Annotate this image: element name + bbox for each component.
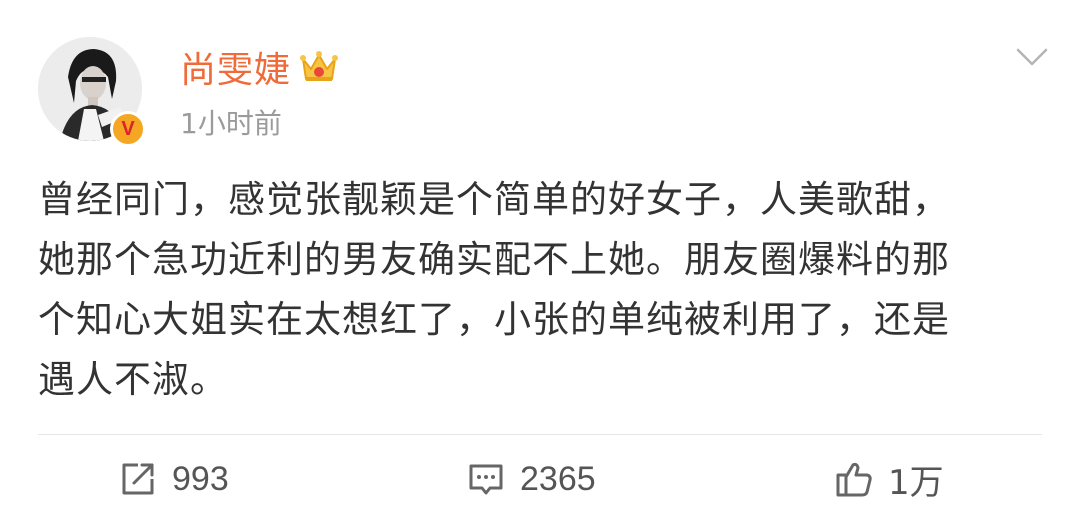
weibo-post-card: V 尚雯婕 1小时前 曾经同门，感觉张靓颖是个简单的好女子，人美歌甜， 她那个急… bbox=[0, 0, 1080, 522]
post-text: 曾经同门，感觉张靓颖是个简单的好女子，人美歌甜， 她那个急功近利的男友确实配不上… bbox=[38, 178, 950, 401]
crown-icon bbox=[300, 51, 339, 81]
verified-badge: V bbox=[110, 111, 146, 147]
repost-count: 993 bbox=[172, 459, 229, 498]
avatar-container[interactable]: V bbox=[38, 37, 148, 147]
post-timestamp: 1小时前 bbox=[180, 107, 282, 140]
repost-icon bbox=[122, 463, 154, 495]
repost-button[interactable]: 993 bbox=[118, 457, 229, 501]
like-count: 1万 bbox=[888, 462, 944, 503]
like-button[interactable]: 1万 bbox=[834, 457, 944, 503]
chevron-down-icon[interactable] bbox=[1012, 42, 1052, 72]
comment-icon bbox=[469, 464, 503, 495]
comment-button[interactable]: 2365 bbox=[466, 457, 596, 501]
username-row: 尚雯婕 bbox=[180, 42, 339, 92]
thumbs-up-icon bbox=[836, 462, 872, 497]
action-bar: 993 2365 1万 bbox=[0, 435, 1080, 522]
username[interactable]: 尚雯婕 bbox=[180, 41, 291, 93]
comment-count: 2365 bbox=[520, 459, 596, 498]
